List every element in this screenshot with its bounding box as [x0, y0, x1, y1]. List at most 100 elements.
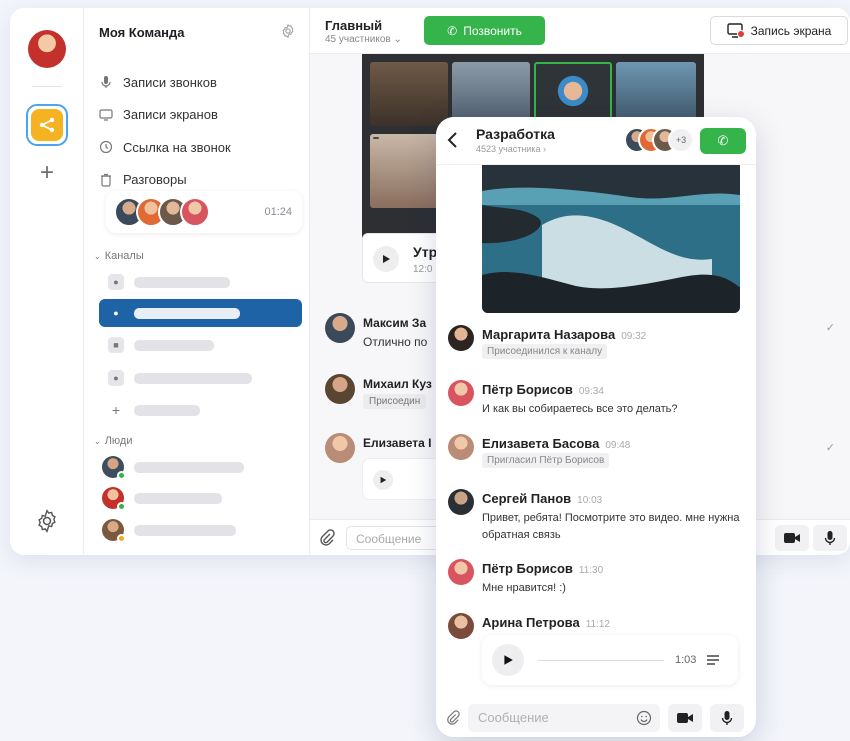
chat-header: Главный 45 участников ⌄ ✆ Позвонить Запи… [310, 8, 850, 54]
channel-item-active[interactable]: ● [99, 299, 302, 327]
menu-item-screen-records[interactable]: Записи экранов [99, 99, 299, 132]
message-time: 09:34 [578, 386, 604, 397]
mobile-call-button[interactable]: ✆ [700, 128, 746, 154]
video-camera-icon [677, 713, 693, 723]
sidebar-menu: Записи звонков Записи экранов Ссылка на … [99, 66, 299, 196]
back-arrow-icon[interactable] [446, 131, 460, 149]
paperclip-icon[interactable] [446, 709, 460, 727]
channel-name-placeholder [134, 339, 214, 351]
voice-message-player: 1:03 [482, 635, 738, 685]
screen-record-button[interactable]: Запись экрана [710, 16, 848, 45]
mobile-message-composer: Сообщение [436, 699, 756, 737]
message-author: Елизавета Басова 09:48 [482, 436, 630, 451]
phone-icon: ✆ [447, 23, 458, 38]
lock-icon: ■ [108, 337, 124, 353]
chat-message: Маргарита Назарова 09:32 Присоединился к … [448, 325, 744, 369]
message-avatar [448, 325, 474, 351]
audio-progress-track[interactable] [538, 660, 664, 661]
person-item[interactable] [102, 485, 302, 511]
video-camera-icon [784, 533, 800, 543]
team-sidebar: Моя Команда Записи звонков Записи экрано… [84, 8, 310, 555]
message-text: Мне нравится! :) [482, 582, 566, 594]
menu-item-label: Ссылка на звонок [123, 139, 231, 155]
channel-name-placeholder [134, 307, 240, 319]
chevron-down-icon: ⌄ [94, 436, 101, 446]
person-name-placeholder [134, 461, 244, 473]
channel-member-count[interactable]: 4523 участника › [476, 144, 546, 154]
plus-icon: + [111, 402, 121, 418]
channel-name-placeholder [134, 372, 252, 384]
shared-photo[interactable] [482, 165, 740, 313]
channels-section-toggle[interactable]: ⌄ Каналы [94, 250, 144, 262]
mobile-video-message-button[interactable] [668, 704, 702, 732]
chevron-right-icon: › [543, 144, 546, 154]
member-count-text: 45 участников [325, 34, 391, 45]
channel-name-placeholder [134, 404, 200, 416]
online-status-dot [117, 502, 126, 511]
settings-gear-icon[interactable] [34, 508, 60, 534]
workspace-logo-icon [31, 109, 63, 141]
channel-item[interactable]: ● [99, 364, 302, 392]
video-message-button[interactable] [775, 525, 809, 551]
chat-member-count[interactable]: 45 участников ⌄ [325, 34, 402, 45]
message-time: 11:30 [578, 565, 604, 576]
add-workspace-icon[interactable]: + [36, 161, 58, 185]
call-button[interactable]: ✆ Позвонить [424, 16, 545, 45]
phone-icon: ✆ [717, 133, 729, 148]
channel-title: Разработка [476, 126, 555, 142]
workspace-rail: + [10, 8, 84, 555]
author-name: Сергей Панов [482, 491, 572, 506]
call-button-label: Позвонить [463, 23, 522, 38]
screen-record-icon [726, 22, 745, 38]
menu-item-label: Записи экранов [123, 107, 218, 123]
person-item[interactable] [102, 517, 302, 543]
add-channel-item[interactable]: + [99, 396, 302, 424]
person-name-placeholder [134, 492, 222, 504]
message-author: Пётр Борисов 11:30 [482, 561, 603, 576]
rail-divider [32, 86, 62, 87]
message-author: Максим За [363, 316, 427, 330]
team-settings-icon[interactable] [280, 23, 296, 39]
placeholder-text: Сообщение [478, 710, 549, 725]
active-call-card[interactable]: 01:24 [106, 191, 302, 233]
channel-item[interactable]: ■ [99, 331, 302, 359]
mobile-voice-message-button[interactable] [710, 704, 744, 732]
audio-title: Утр [413, 244, 438, 260]
paperclip-icon[interactable] [319, 529, 335, 547]
person-item[interactable] [102, 454, 302, 480]
participant-avatars[interactable]: +3 [624, 127, 694, 155]
mobile-message-input[interactable]: Сообщение [468, 704, 660, 732]
trash-icon [101, 173, 111, 187]
microphone-icon [101, 76, 111, 89]
transcript-icon[interactable] [706, 654, 720, 666]
person-avatar [102, 487, 126, 511]
person-avatar [102, 456, 126, 480]
message-text: Привет, ребята! Посмотрите это видео. мн… [482, 512, 740, 541]
author-name: Арина Петрова [482, 615, 580, 630]
author-name: Пётр Борисов [482, 561, 573, 576]
online-status-dot [117, 471, 126, 480]
team-name: Моя Команда [99, 25, 185, 40]
menu-item-call-records[interactable]: Записи звонков [99, 66, 299, 99]
chevron-down-icon: ⌄ [393, 34, 402, 45]
away-status-dot [117, 534, 126, 543]
play-icon[interactable] [492, 644, 524, 676]
call-duration: 01:24 [264, 206, 292, 218]
message-avatar [448, 559, 474, 585]
user-avatar[interactable] [28, 30, 66, 68]
channel-name-placeholder [134, 276, 230, 288]
workspace-button[interactable] [26, 104, 68, 146]
voice-message-button[interactable] [813, 525, 847, 551]
channel-item[interactable]: ● [99, 268, 302, 296]
menu-item-call-link[interactable]: Ссылка на звонок [99, 131, 299, 164]
chat-message: Сергей Панов 10:03 Привет, ребята! Посмот… [448, 489, 744, 549]
message-time: 11:12 [585, 619, 611, 630]
people-section-toggle[interactable]: ⌄ Люди [94, 435, 133, 447]
play-icon[interactable] [373, 246, 399, 272]
message-time: 09:32 [621, 331, 647, 342]
play-icon[interactable] [373, 470, 393, 490]
more-participants-count: +3 [668, 127, 694, 153]
read-check-icon: ✓ [825, 322, 835, 334]
audio-time: 12:0 [413, 264, 433, 275]
emoji-icon[interactable] [636, 710, 652, 726]
